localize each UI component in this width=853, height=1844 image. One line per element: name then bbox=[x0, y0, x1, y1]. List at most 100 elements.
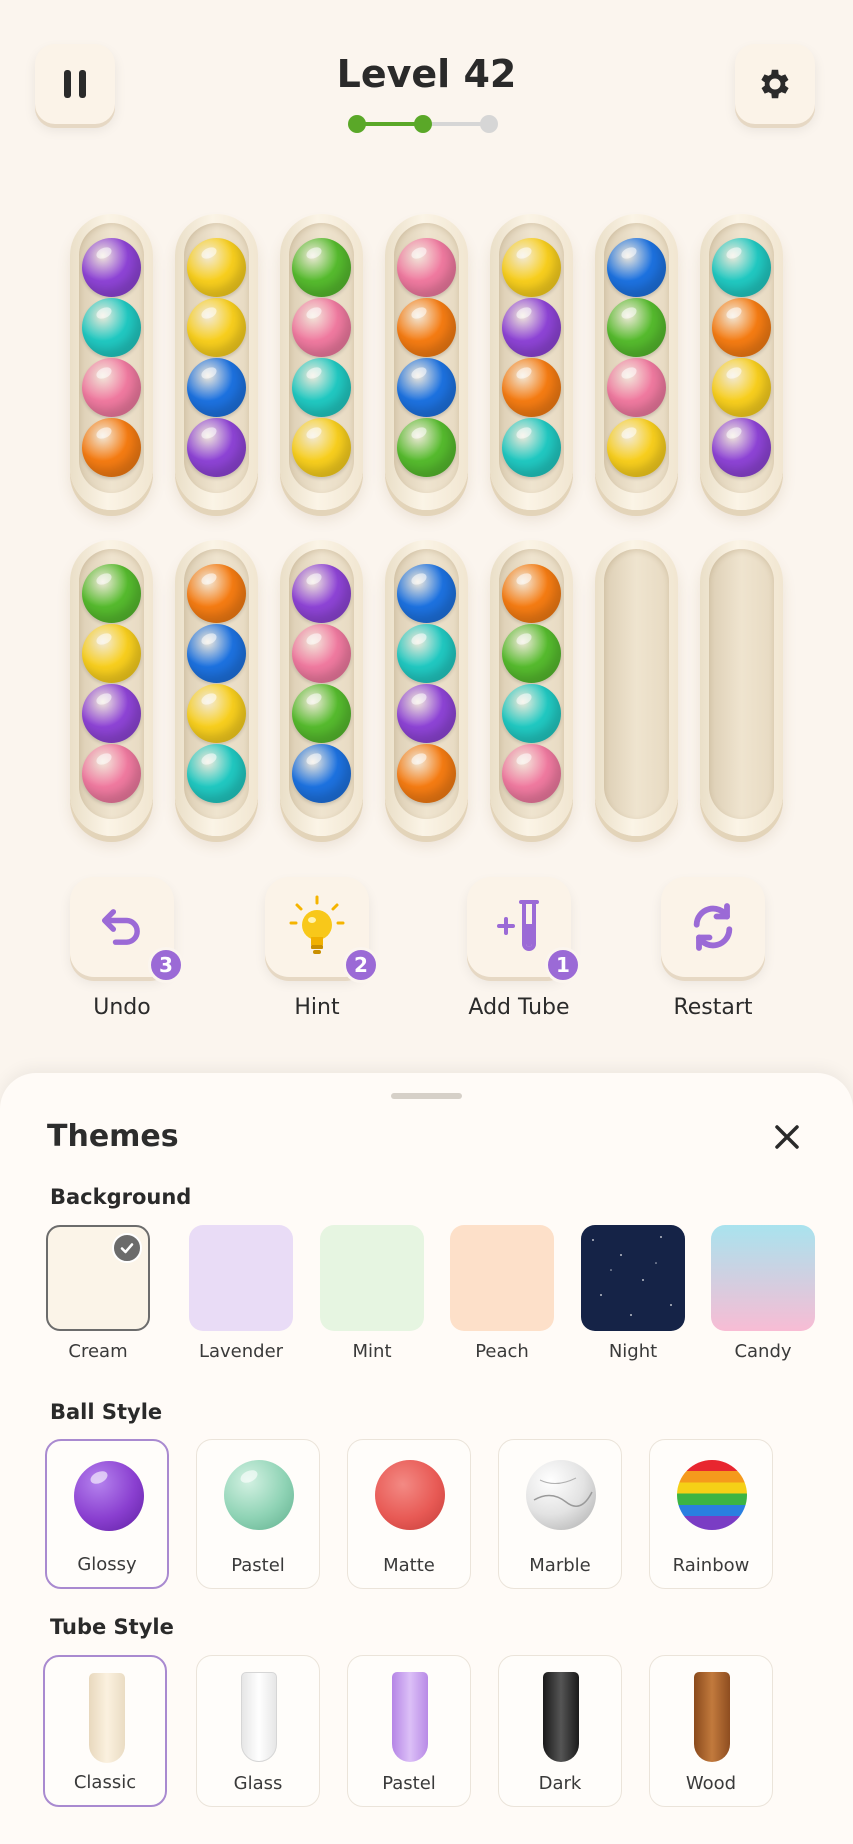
ball-orange[interactable] bbox=[397, 298, 456, 357]
tube-style-pastel[interactable]: Pastel bbox=[347, 1655, 471, 1807]
pastel-tube-icon bbox=[392, 1672, 428, 1762]
swatch-candy[interactable] bbox=[711, 1225, 815, 1331]
ball-yellow[interactable] bbox=[187, 238, 246, 297]
ball-purple[interactable] bbox=[502, 298, 561, 357]
ball-green[interactable] bbox=[502, 624, 561, 683]
ball-orange[interactable] bbox=[502, 564, 561, 623]
ball-cyan[interactable] bbox=[502, 418, 561, 477]
ball-cyan[interactable] bbox=[397, 624, 456, 683]
swatch-lavender[interactable] bbox=[189, 1225, 293, 1331]
restart-button[interactable] bbox=[661, 877, 765, 977]
swatch-night[interactable] bbox=[581, 1225, 685, 1331]
ball-pink[interactable] bbox=[292, 624, 351, 683]
ball-style-pastel[interactable]: Pastel bbox=[196, 1439, 320, 1589]
ball-purple[interactable] bbox=[82, 684, 141, 743]
ball-orange[interactable] bbox=[712, 298, 771, 357]
ball-yellow[interactable] bbox=[82, 624, 141, 683]
ball-pink[interactable] bbox=[502, 744, 561, 803]
ball-yellow[interactable] bbox=[187, 298, 246, 357]
ball-purple[interactable] bbox=[292, 564, 351, 623]
ball-green[interactable] bbox=[397, 418, 456, 477]
background-option-lavender[interactable]: Lavender bbox=[189, 1225, 293, 1362]
settings-button[interactable] bbox=[735, 44, 815, 124]
ball-style-rainbow[interactable]: Rainbow bbox=[649, 1439, 773, 1589]
ball-blue[interactable] bbox=[397, 358, 456, 417]
hint-button[interactable]: 2 bbox=[265, 877, 379, 983]
background-option-night[interactable]: Night bbox=[581, 1225, 685, 1362]
ball-blue[interactable] bbox=[607, 238, 666, 297]
ball-pink[interactable] bbox=[607, 358, 666, 417]
background-option-mint[interactable]: Mint bbox=[320, 1225, 424, 1362]
tube-style-glass[interactable]: Glass bbox=[196, 1655, 320, 1807]
ball-purple[interactable] bbox=[712, 418, 771, 477]
tube[interactable] bbox=[70, 540, 153, 836]
tube[interactable] bbox=[70, 214, 153, 510]
ball-blue[interactable] bbox=[292, 744, 351, 803]
ball-yellow[interactable] bbox=[607, 418, 666, 477]
tube-style-classic[interactable]: Classic bbox=[43, 1655, 167, 1807]
ball-orange[interactable] bbox=[502, 358, 561, 417]
add-tube-button[interactable]: 1 bbox=[467, 877, 581, 983]
sheet-drag-handle[interactable] bbox=[391, 1093, 462, 1099]
ball-pink[interactable] bbox=[397, 238, 456, 297]
tube[interactable] bbox=[175, 214, 258, 510]
tube[interactable] bbox=[490, 540, 573, 836]
background-option-candy[interactable]: Candy bbox=[711, 1225, 815, 1362]
tube[interactable] bbox=[700, 214, 783, 510]
ball-yellow[interactable] bbox=[187, 684, 246, 743]
ball-purple[interactable] bbox=[82, 238, 141, 297]
ball-cyan[interactable] bbox=[502, 684, 561, 743]
close-button[interactable] bbox=[767, 1117, 807, 1157]
ball-cyan[interactable] bbox=[187, 744, 246, 803]
ball-orange[interactable] bbox=[187, 564, 246, 623]
tube-style-dark[interactable]: Dark bbox=[498, 1655, 622, 1807]
tube-style-wood[interactable]: Wood bbox=[649, 1655, 773, 1807]
themes-title: Themes bbox=[47, 1119, 179, 1154]
ball-pink[interactable] bbox=[82, 744, 141, 803]
ball-style-marble[interactable]: Marble bbox=[498, 1439, 622, 1589]
background-option-cream[interactable]: Cream bbox=[46, 1225, 150, 1362]
ball-pink[interactable] bbox=[82, 358, 141, 417]
ball-green[interactable] bbox=[292, 684, 351, 743]
ball-green[interactable] bbox=[82, 564, 141, 623]
tube[interactable] bbox=[595, 214, 678, 510]
ball-cyan[interactable] bbox=[82, 298, 141, 357]
tube[interactable] bbox=[175, 540, 258, 836]
ball-style-matte[interactable]: Matte bbox=[347, 1439, 471, 1589]
ball-style-glossy[interactable]: Glossy bbox=[45, 1439, 169, 1589]
ball-purple[interactable] bbox=[187, 418, 246, 477]
tube[interactable] bbox=[385, 540, 468, 836]
ball-green[interactable] bbox=[292, 238, 351, 297]
background-option-peach[interactable]: Peach bbox=[450, 1225, 554, 1362]
swatch-mint[interactable] bbox=[320, 1225, 424, 1331]
ball-blue[interactable] bbox=[187, 624, 246, 683]
tube[interactable] bbox=[280, 540, 363, 836]
undo-powerup[interactable]: 3 Undo bbox=[70, 877, 184, 1020]
swatch-cream[interactable] bbox=[46, 1225, 150, 1331]
option-label: Marble bbox=[529, 1555, 591, 1576]
tube[interactable] bbox=[700, 540, 783, 836]
ball-orange[interactable] bbox=[82, 418, 141, 477]
ball-yellow[interactable] bbox=[292, 418, 351, 477]
swatch-label: Mint bbox=[352, 1341, 392, 1362]
tube[interactable] bbox=[385, 214, 468, 510]
ball-cyan[interactable] bbox=[292, 358, 351, 417]
ball-orange[interactable] bbox=[397, 744, 456, 803]
hint-powerup[interactable]: 2 Hint bbox=[265, 877, 379, 1020]
ball-blue[interactable] bbox=[187, 358, 246, 417]
ball-blue[interactable] bbox=[397, 564, 456, 623]
ball-pink[interactable] bbox=[292, 298, 351, 357]
ball-green[interactable] bbox=[607, 298, 666, 357]
swatch-peach[interactable] bbox=[450, 1225, 554, 1331]
ball-purple[interactable] bbox=[397, 684, 456, 743]
restart-powerup[interactable]: Restart bbox=[661, 877, 765, 1020]
ball-cyan[interactable] bbox=[712, 238, 771, 297]
ball-yellow[interactable] bbox=[712, 358, 771, 417]
add-tube-powerup[interactable]: 1 Add Tube bbox=[467, 877, 581, 1020]
ball-yellow[interactable] bbox=[502, 238, 561, 297]
undo-label: Undo bbox=[93, 995, 151, 1020]
undo-button[interactable]: 3 bbox=[70, 877, 184, 983]
tube[interactable] bbox=[490, 214, 573, 510]
tube[interactable] bbox=[280, 214, 363, 510]
tube[interactable] bbox=[595, 540, 678, 836]
